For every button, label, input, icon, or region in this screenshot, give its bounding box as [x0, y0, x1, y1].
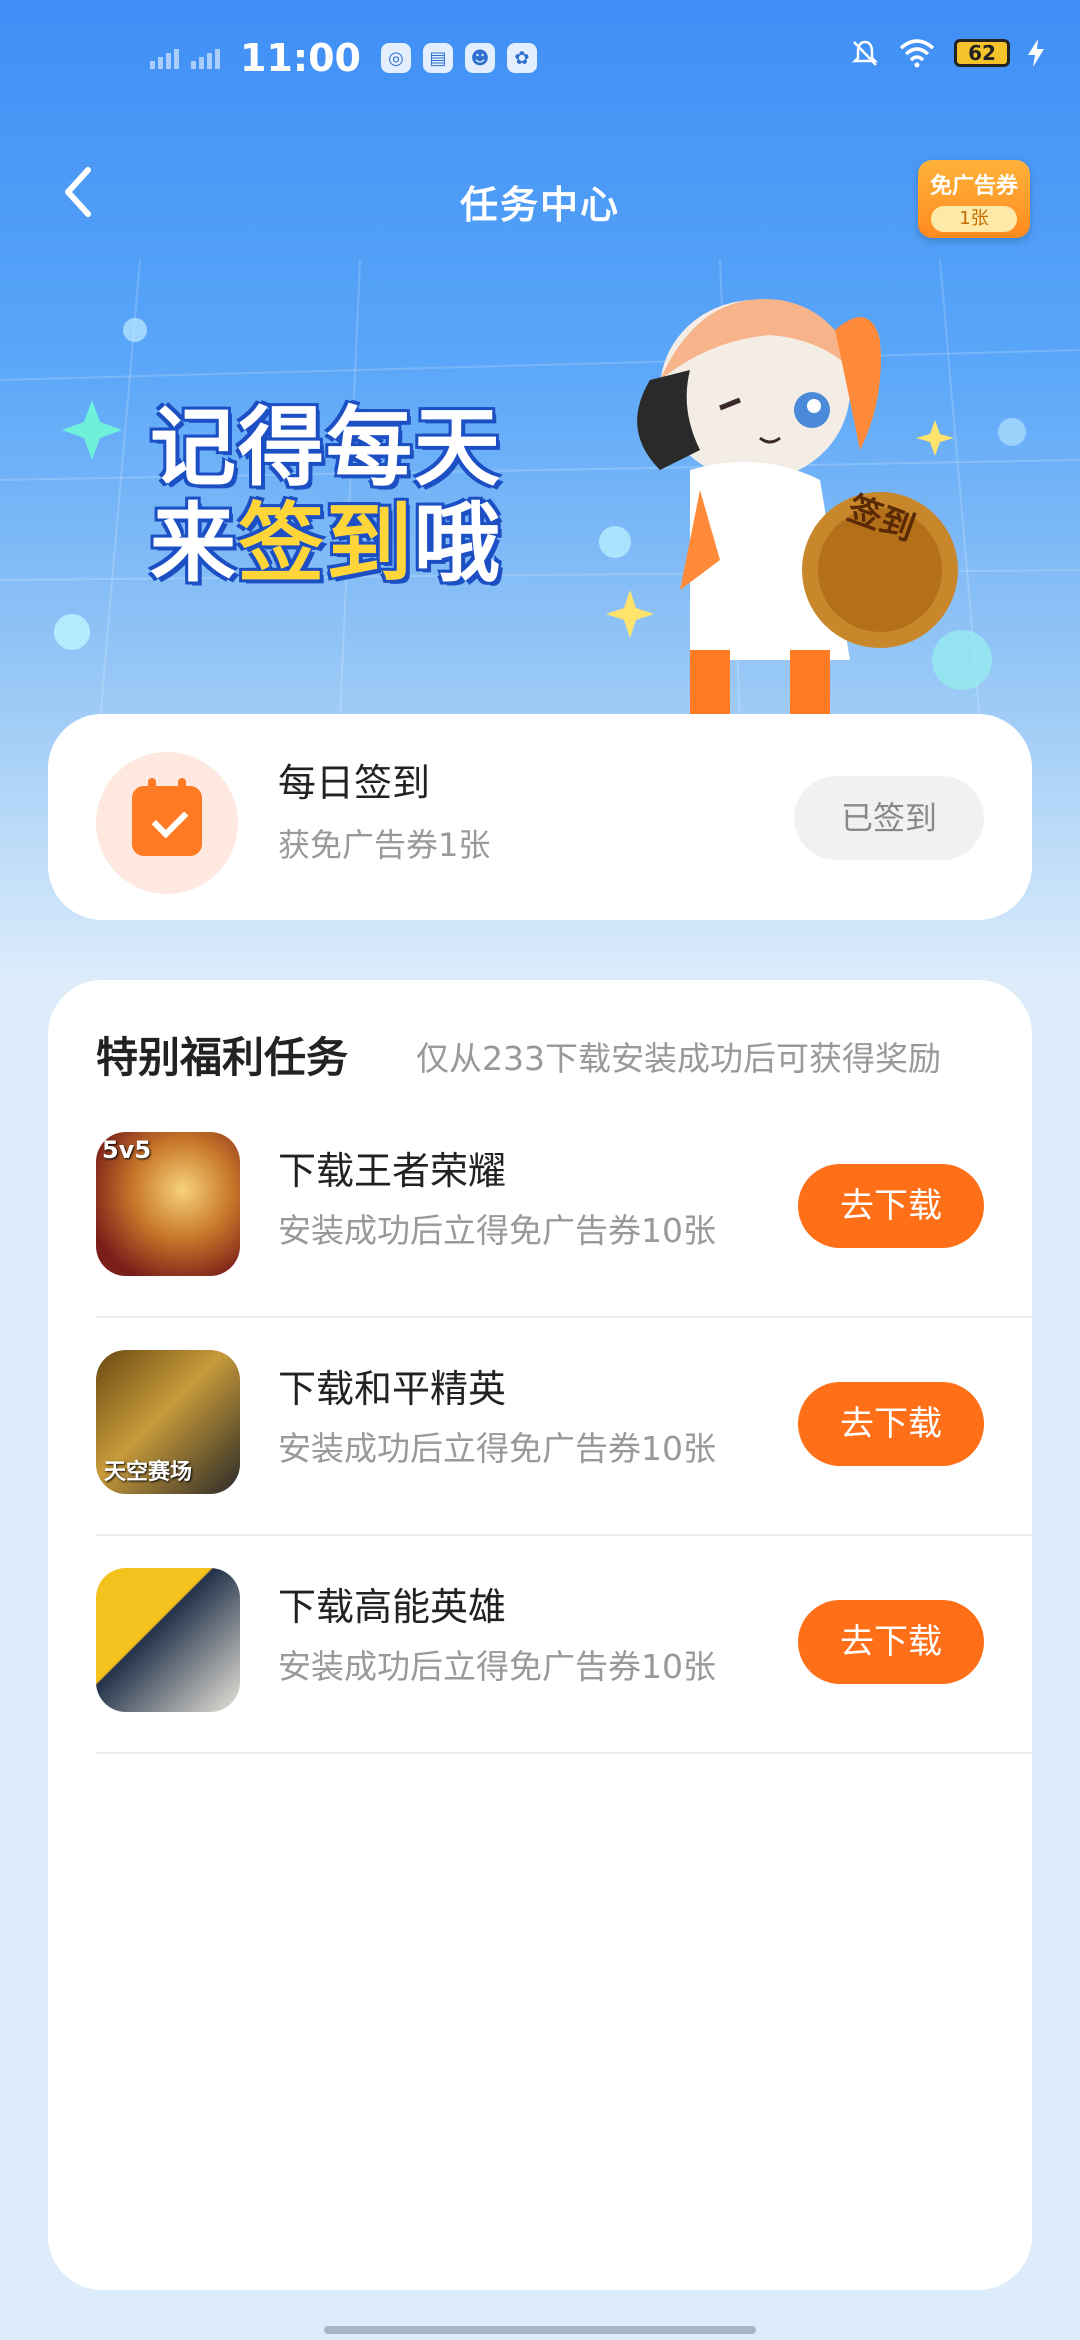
wifi-icon: [899, 39, 935, 68]
map-icon: ◎: [380, 43, 411, 73]
battery-indicator: 62: [954, 39, 1010, 67]
calendar-check-icon: [132, 778, 202, 856]
task-name: 下载高能英雄: [278, 1585, 507, 1629]
mascot-icon: ☻: [464, 43, 495, 73]
charging-icon: [1028, 39, 1044, 67]
task-desc: 安装成功后立得免广告券10张: [278, 1647, 716, 1686]
honor-of-kings-icon: 5v5: [96, 1132, 240, 1276]
special-tasks-card: 特别福利任务 仅从233下载安装成功后可获得奖励 5v5 下载王者荣耀 安装成功…: [48, 980, 1032, 2290]
task-desc: 安装成功后立得免广告券10张: [278, 1429, 716, 1468]
status-left: 11:00 ◎ ▤ ☻ ✿: [150, 36, 537, 80]
checkin-title: 每日签到: [278, 761, 431, 805]
header: 任务中心 免广告券 1张: [0, 140, 1080, 260]
download-button[interactable]: 去下载: [798, 1600, 984, 1684]
checkin-banner: 记得每天 来签到哦 签到: [0, 260, 1080, 720]
banner-line-2-highlight: 签到: [238, 494, 414, 594]
banner-slogan: 记得每天 来签到哦: [150, 400, 590, 592]
task-row-1: 5v5 下载王者荣耀 安装成功后立得免广告券10张 去下载: [96, 1100, 1032, 1318]
home-indicator[interactable]: [324, 2326, 756, 2334]
signal-icon: [191, 47, 220, 69]
task-name: 下载王者荣耀: [278, 1149, 507, 1193]
banner-line-1: 记得每天: [150, 398, 502, 498]
download-button[interactable]: 去下载: [798, 1164, 984, 1248]
task-row-2: 天空赛场 下载和平精英 安装成功后立得免广告券10张 去下载: [96, 1318, 1032, 1536]
task-desc: 安装成功后立得免广告券10张: [278, 1211, 716, 1250]
banner-line-2-prefix: 来: [150, 494, 238, 594]
status-right: 62: [850, 38, 1044, 68]
mute-bell-icon: [851, 40, 879, 66]
task-name: 下载和平精英: [278, 1367, 507, 1411]
daily-checkin-card: 每日签到 获免广告券1张 已签到: [48, 714, 1032, 920]
peacekeeper-elite-icon: 天空赛场: [96, 1350, 240, 1494]
book-icon: ▤: [422, 43, 453, 73]
clock: 11:00: [240, 36, 361, 80]
task-row-3: 下载高能英雄 安装成功后立得免广告券10张 去下载: [96, 1536, 1032, 1754]
checked-in-button[interactable]: 已签到: [794, 776, 984, 860]
download-button[interactable]: 去下载: [798, 1382, 984, 1466]
tasks-note: 仅从233下载安装成功后可获得奖励: [416, 1039, 941, 1078]
ad-ticket-label: 免广告券: [929, 174, 1018, 199]
tasks-title: 特别福利任务: [96, 1033, 349, 1082]
game-icon-label: 5v5: [102, 1136, 152, 1164]
signal-icon: [150, 47, 179, 69]
ad-ticket-badge[interactable]: 免广告券 1张: [918, 160, 1030, 238]
ad-ticket-count: 1张: [931, 206, 1017, 232]
banner-line-2-suffix: 哦: [414, 494, 502, 594]
high-energy-heroes-icon: [96, 1568, 240, 1712]
checkin-subtitle: 获免广告券1张: [278, 826, 491, 864]
banner-line-2: 来签到哦: [150, 496, 590, 592]
game-icon-label: 天空赛场: [104, 1460, 193, 1485]
status-bar: 11:00 ◎ ▤ ☻ ✿ 62: [0, 0, 1080, 120]
paw-icon: ✿: [506, 43, 537, 73]
calendar-badge: [96, 752, 238, 894]
